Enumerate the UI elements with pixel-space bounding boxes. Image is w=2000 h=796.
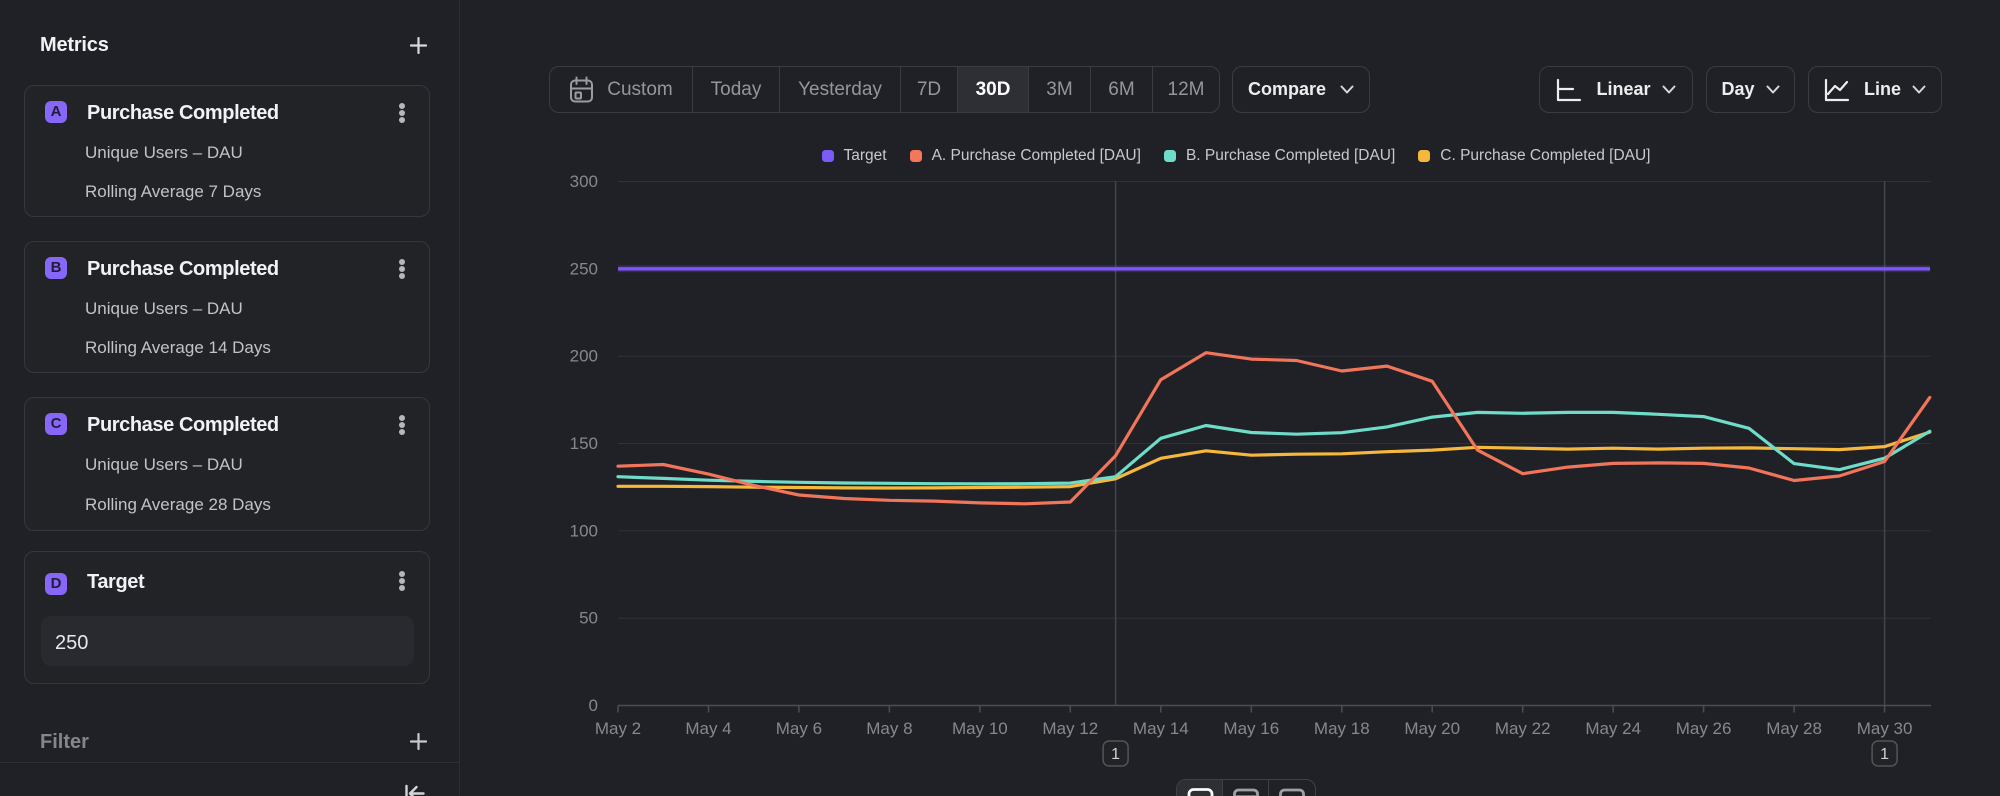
svg-text:250: 250	[570, 259, 598, 278]
svg-text:300: 300	[570, 172, 598, 191]
svg-text:May 2: May 2	[595, 719, 641, 738]
svg-text:May 18: May 18	[1314, 719, 1370, 738]
svg-text:May 26: May 26	[1676, 719, 1732, 738]
svg-text:200: 200	[570, 347, 598, 366]
svg-text:1: 1	[1880, 746, 1889, 763]
svg-text:150: 150	[570, 434, 598, 453]
svg-text:May 22: May 22	[1495, 719, 1551, 738]
svg-text:100: 100	[570, 521, 598, 540]
svg-text:May 8: May 8	[866, 719, 912, 738]
svg-text:May 30: May 30	[1857, 719, 1913, 738]
svg-text:1: 1	[1111, 746, 1120, 763]
svg-text:May 28: May 28	[1766, 719, 1822, 738]
svg-text:May 10: May 10	[952, 719, 1008, 738]
svg-text:May 6: May 6	[776, 719, 822, 738]
svg-text:May 16: May 16	[1223, 719, 1279, 738]
svg-text:May 20: May 20	[1404, 719, 1460, 738]
svg-text:May 24: May 24	[1585, 719, 1641, 738]
svg-text:0: 0	[589, 696, 598, 715]
svg-text:50: 50	[579, 609, 598, 628]
svg-text:May 4: May 4	[685, 719, 731, 738]
svg-text:May 14: May 14	[1133, 719, 1189, 738]
svg-text:May 12: May 12	[1042, 719, 1098, 738]
